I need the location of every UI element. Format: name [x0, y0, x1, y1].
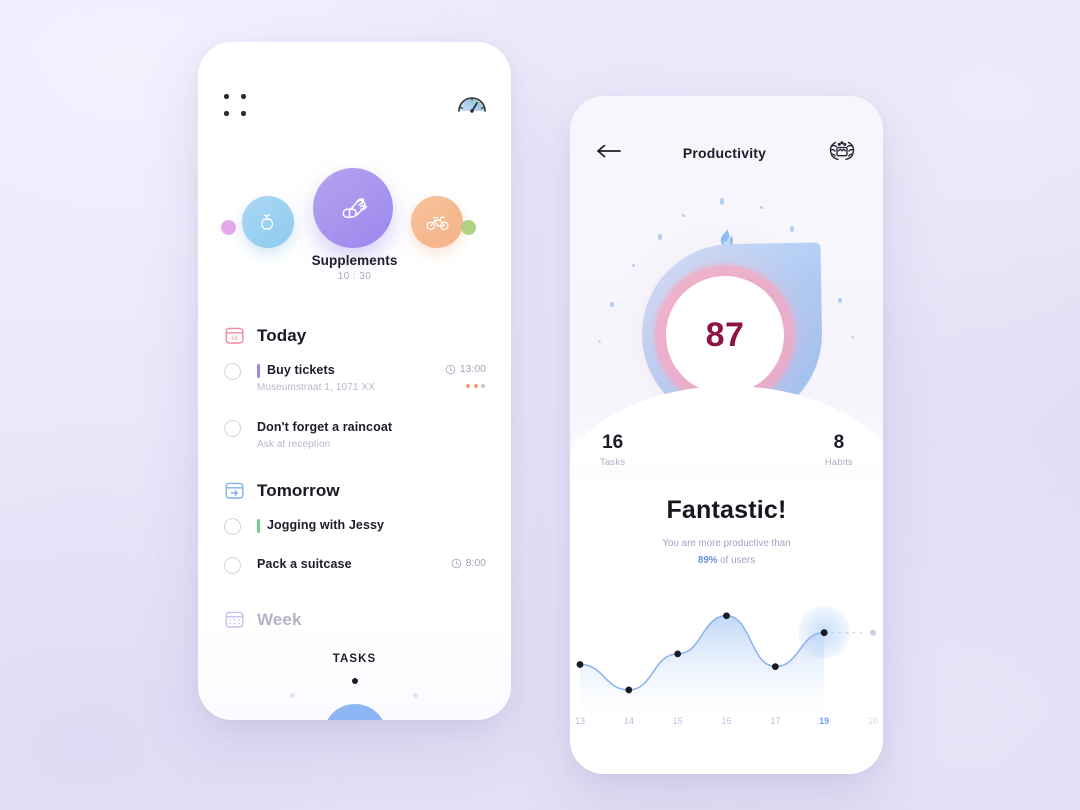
- task-checkbox[interactable]: [224, 518, 241, 535]
- chart-x-tick[interactable]: 15: [673, 716, 683, 726]
- task-subtitle: Museumstraat 1, 1071 XX: [257, 382, 375, 393]
- score-value: 87: [705, 315, 745, 354]
- stat-value: 8: [833, 432, 845, 453]
- task-time: 13:00: [445, 363, 486, 375]
- task-accent-bar: [257, 364, 260, 378]
- task-title: Pack a suitcase: [257, 557, 352, 571]
- page-title: Productivity: [682, 145, 767, 161]
- section-title: Today: [257, 325, 307, 345]
- page-indicator-dot: [351, 678, 358, 684]
- task-title: Jogging with Jessy: [267, 518, 385, 532]
- dot: [224, 111, 229, 116]
- arrow-left-icon[interactable]: [596, 143, 622, 164]
- habit-title: Supplements: [311, 253, 398, 268]
- habit-circle-cycling[interactable]: [411, 196, 463, 248]
- chart-x-axis: 13 14 15 16 17 19 20: [570, 716, 883, 730]
- section-title: Week: [257, 609, 302, 629]
- task-subtitle: Ask at reception: [257, 439, 331, 450]
- habit-circle-supplements[interactable]: [313, 168, 393, 248]
- stat-tasks: 16 Tasks: [600, 432, 625, 468]
- dot: [473, 384, 478, 388]
- chart-x-tick[interactable]: 14: [624, 716, 634, 726]
- section-header-week[interactable]: Week: [224, 609, 302, 630]
- calendar-today-icon: 16: [224, 325, 245, 346]
- stats-row: 16 Tasks 8 Habits: [570, 432, 883, 468]
- task-time-text: 13:00: [459, 363, 486, 375]
- laurel-wreath-icon[interactable]: [827, 137, 857, 170]
- phone-screen-tasks: Supplements 10 : 30 16 Today Buy tickets…: [198, 42, 511, 720]
- chart-x-tick[interactable]: 19: [819, 716, 829, 726]
- chart-x-tick[interactable]: 16: [721, 716, 731, 726]
- productivity-header: Productivity: [570, 136, 883, 170]
- bicycle-icon: [426, 216, 448, 230]
- grid-dots-icon[interactable]: [224, 94, 250, 120]
- task-checkbox[interactable]: [224, 363, 241, 380]
- task-accent-bar: [257, 519, 260, 533]
- dot: [241, 94, 246, 99]
- fruit-icon: [261, 214, 274, 230]
- stat-habits: 8 Habits: [825, 432, 853, 468]
- dot: [241, 111, 246, 116]
- stat-label: Habits: [824, 456, 853, 468]
- chart-x-tick[interactable]: 13: [575, 716, 585, 726]
- task-time-text: 8:00: [465, 557, 486, 569]
- percentile-suffix: of users: [717, 555, 756, 566]
- verdict-subtitle-line1: You are more productive than: [662, 538, 791, 549]
- dot: [224, 94, 229, 99]
- left-topbar: [198, 90, 511, 130]
- chart-point: [674, 650, 682, 658]
- habit-dot-left[interactable]: [221, 220, 236, 235]
- score-hero: 87: [570, 176, 883, 466]
- task-title: Buy tickets: [267, 363, 335, 377]
- calendar-grid-icon: [224, 609, 245, 630]
- stat-label: Tasks: [600, 456, 626, 468]
- chart-point: [771, 663, 779, 670]
- stat-value: 16: [602, 432, 624, 453]
- habit-circle-fruit[interactable]: [242, 196, 294, 248]
- dot: [481, 384, 485, 388]
- clock-icon: [451, 558, 461, 568]
- sparkle: [413, 693, 418, 698]
- chart-point: [820, 629, 828, 637]
- section-header-today[interactable]: 16 Today: [224, 325, 306, 346]
- chart-point: [625, 686, 633, 694]
- habit-time: 10 : 30: [337, 271, 372, 282]
- verdict-subtitle-line2: 89% of users: [570, 555, 883, 566]
- task-time: 8:00: [451, 557, 486, 569]
- arrow-in-box-icon: [224, 480, 245, 501]
- dot: [466, 384, 470, 388]
- bottom-tab-label[interactable]: TASKS: [198, 653, 511, 665]
- section-header-tomorrow[interactable]: Tomorrow: [224, 480, 340, 501]
- clock-icon: [445, 364, 456, 374]
- task-title: Don't forget a raincoat: [257, 420, 393, 434]
- verdict-headline: Fantastic!: [666, 496, 787, 524]
- task-checkbox[interactable]: [224, 557, 241, 574]
- task-more-button[interactable]: [466, 384, 485, 388]
- chart-point-projected: [870, 629, 876, 636]
- pill-leaf-icon: [342, 198, 368, 219]
- add-task-button[interactable]: +: [322, 704, 387, 720]
- chart-point: [576, 661, 584, 668]
- chart-point: [723, 612, 730, 620]
- section-title: Tomorrow: [257, 480, 340, 500]
- phone-screen-productivity: Productivity 87 16 Tasks 8 Habits Fantas…: [570, 96, 883, 774]
- score-ring: 87: [666, 276, 784, 394]
- habit-dot-right[interactable]: [461, 220, 476, 235]
- percentile-value: 89%: [697, 555, 718, 566]
- chart-x-tick[interactable]: 20: [868, 716, 878, 726]
- svg-text:16: 16: [231, 336, 238, 342]
- chart-x-tick[interactable]: 17: [770, 716, 780, 726]
- sparkle: [290, 693, 295, 698]
- speedometer-icon[interactable]: [455, 87, 489, 126]
- task-checkbox[interactable]: [224, 420, 241, 437]
